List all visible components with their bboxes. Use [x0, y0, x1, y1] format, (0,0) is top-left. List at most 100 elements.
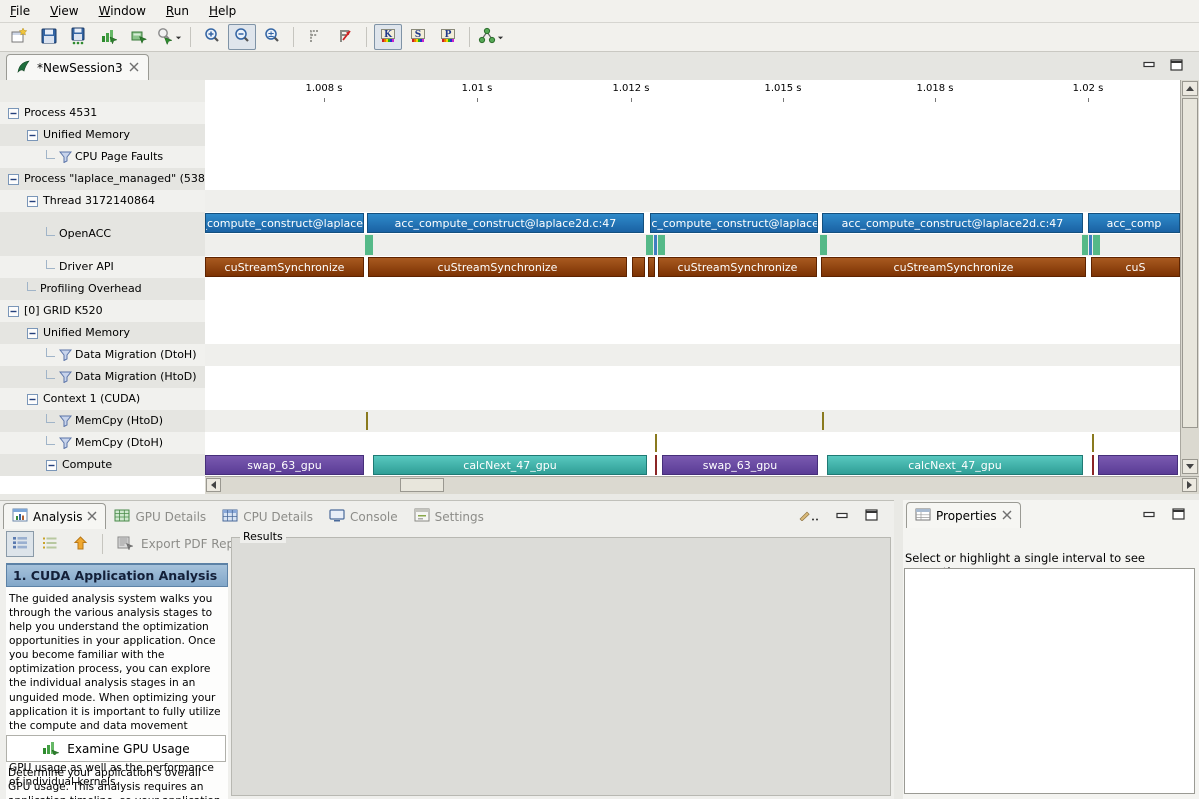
menu-file[interactable]: File	[0, 0, 40, 21]
scroll-right-button[interactable]	[1182, 478, 1197, 492]
timeline-lane-process-laplace-managed-538-[interactable]	[205, 168, 1180, 190]
timeline-lane-context-1-cuda-[interactable]	[205, 388, 1180, 410]
new-session-button[interactable]	[5, 24, 33, 50]
tab-cpu-details[interactable]: CPU Details	[214, 504, 321, 529]
zoom-fit-button[interactable]: ±	[258, 24, 286, 50]
openacc-event-mark[interactable]	[365, 235, 373, 255]
outline-button[interactable]	[36, 531, 64, 557]
menu-help[interactable]: Help	[199, 0, 246, 21]
collapse-toggle-icon[interactable]	[27, 130, 38, 144]
timeline-lane-memcpy-dtoh-[interactable]	[205, 432, 1180, 454]
timeline-interval[interactable]: acc_compute_construct@laplace2d.c:47	[367, 213, 644, 233]
kernel-interval-short[interactable]	[1092, 455, 1094, 475]
scroll-down-button[interactable]	[1182, 459, 1198, 474]
up-level-button[interactable]	[66, 531, 94, 557]
collapse-toggle-icon[interactable]	[8, 306, 19, 320]
timeline-lane-driver-api[interactable]: cuStreamSynchronizecuStreamSynchronizecu…	[205, 256, 1180, 278]
zoom-select-button[interactable]	[155, 24, 183, 50]
menu-run[interactable]: Run	[156, 0, 199, 21]
maximize-icon[interactable]	[1170, 59, 1183, 74]
timeline-interval[interactable]: c_compute_construct@laplace...	[205, 213, 364, 233]
collapse-toggle-icon[interactable]	[8, 108, 19, 122]
kernel-colors-button[interactable]: K	[374, 24, 402, 50]
collapse-toggle-icon[interactable]	[27, 196, 38, 210]
timeline-interval[interactable]: acc_compute_construct@laplace...	[650, 213, 818, 233]
tree-row[interactable]: Data Migration (HtoD)	[0, 366, 205, 388]
collapse-toggle-icon[interactable]	[27, 328, 38, 342]
openacc-event-mark[interactable]	[820, 235, 827, 255]
timeline-canvas[interactable]: c_compute_construct@laplace...acc_comput…	[205, 102, 1180, 476]
tree-row[interactable]: Thread 3172140864	[0, 190, 205, 212]
timeline-interval[interactable]	[632, 257, 645, 277]
tab-analysis[interactable]: Analysis	[3, 503, 106, 529]
vscroll-thumb[interactable]	[1182, 98, 1198, 428]
timeline-interval[interactable]	[648, 257, 655, 277]
menu-window[interactable]: Window	[89, 0, 156, 21]
outline-detail-button[interactable]	[6, 531, 34, 557]
openacc-event-mark[interactable]	[1089, 235, 1092, 255]
openacc-event-mark[interactable]	[654, 235, 657, 255]
vertical-scrollbar[interactable]	[1180, 80, 1199, 476]
minimize-icon[interactable]	[836, 510, 849, 524]
marker-button[interactable]	[301, 24, 329, 50]
timeline-lane-profiling-overhead[interactable]	[205, 278, 1180, 300]
tree-row[interactable]: MemCpy (HtoD)	[0, 410, 205, 432]
timeline-interval[interactable]: cuStreamSynchronize	[821, 257, 1086, 277]
close-icon[interactable]	[1002, 509, 1012, 523]
save-all-button[interactable]	[65, 24, 93, 50]
minimize-icon[interactable]	[1143, 59, 1156, 74]
openacc-event-mark[interactable]	[1082, 235, 1088, 255]
timeline-lane-thread-3172140864[interactable]	[205, 190, 1180, 212]
scroll-left-button[interactable]	[206, 478, 221, 492]
tab-session[interactable]: *NewSession3	[6, 54, 149, 81]
tree-row[interactable]: Data Migration (DtoH)	[0, 344, 205, 366]
examine-gpu-usage-button[interactable]: Examine GPU Usage	[6, 735, 226, 762]
tree-row[interactable]: Compute	[0, 454, 205, 476]
timeline-lane-data-migration-dtoh-[interactable]	[205, 344, 1180, 366]
tab-settings[interactable]: Settings	[406, 504, 492, 529]
compare-button[interactable]	[125, 24, 153, 50]
tree-row[interactable]: CPU Page Faults	[0, 146, 205, 168]
timeline-lane-cpu-page-faults[interactable]	[205, 146, 1180, 168]
openacc-event-mark[interactable]	[646, 235, 653, 255]
timeline-interval[interactable]: swap_63_gpu	[205, 455, 364, 475]
timeline-interval[interactable]: cuStreamSynchronize	[205, 257, 364, 277]
timeline-interval[interactable]: calcNext_47_gpu	[373, 455, 647, 475]
profile-run-button[interactable]	[95, 24, 123, 50]
tab-properties[interactable]: Properties	[906, 502, 1021, 528]
caret-down-icon[interactable]	[175, 30, 182, 44]
timeline-lane-openacc[interactable]: c_compute_construct@laplace...acc_comput…	[205, 212, 1180, 256]
collapse-toggle-icon[interactable]	[27, 394, 38, 408]
close-icon[interactable]	[87, 510, 97, 524]
horizontal-scrollbar[interactable]	[205, 476, 1199, 494]
tree-row[interactable]: Process 4531	[0, 102, 205, 124]
timeline-interval[interactable]: swap_63_gpu	[662, 455, 818, 475]
tree-row[interactable]: Unified Memory	[0, 322, 205, 344]
timeline-interval[interactable]: cuStreamSynchronize	[368, 257, 627, 277]
tree-row[interactable]: Unified Memory	[0, 124, 205, 146]
timeline-lane-memcpy-htod-[interactable]	[205, 410, 1180, 432]
tree-row[interactable]: Profiling Overhead	[0, 278, 205, 300]
maximize-icon[interactable]	[1172, 508, 1185, 523]
timeline-interval[interactable]: cuS	[1091, 257, 1180, 277]
hscroll-thumb[interactable]	[400, 478, 444, 492]
zoom-out-button[interactable]	[228, 24, 256, 50]
memcpy-interval[interactable]	[1092, 434, 1094, 452]
timeline-lane-unified-memory[interactable]	[205, 124, 1180, 146]
tree-row[interactable]: Context 1 (CUDA)	[0, 388, 205, 410]
timeline-lane-compute[interactable]: swap_63_gpucalcNext_47_gpuswap_63_gpucal…	[205, 454, 1180, 476]
save-button[interactable]	[35, 24, 63, 50]
timeline-interval[interactable]: acc_compute_construct@laplace2d.c:47	[822, 213, 1083, 233]
caret-down-icon[interactable]	[497, 30, 504, 44]
dependency-analysis-button[interactable]	[477, 24, 505, 50]
timeline-interval[interactable]: cuStreamSynchronize	[658, 257, 817, 277]
tree-row[interactable]: [0] GRID K520	[0, 300, 205, 322]
openacc-event-mark[interactable]	[1093, 235, 1100, 255]
minimize-icon[interactable]	[1143, 509, 1156, 523]
memcpy-interval[interactable]	[655, 434, 657, 452]
view-menu-icon[interactable]	[798, 509, 820, 524]
kernel-interval-short[interactable]	[655, 455, 657, 475]
scroll-up-button[interactable]	[1182, 81, 1198, 96]
tree-row[interactable]: Process "laplace_managed" (538)	[0, 168, 205, 190]
marker-jump-button[interactable]	[331, 24, 359, 50]
